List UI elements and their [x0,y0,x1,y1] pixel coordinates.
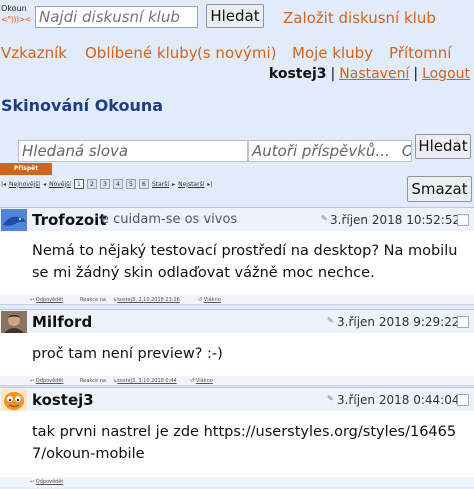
reaction-to: Reakce na [80,297,106,303]
pager-newest[interactable]: Nejnovější [9,181,40,188]
pager-page-2[interactable]: 2 [86,179,97,189]
pager-page-4[interactable]: 4 [112,179,123,189]
post-header: Trofozoit e cuidam-se os vivos ✎ 3.říjen… [0,207,474,231]
reply-label: Odpovědět [35,378,64,384]
edit-pencil-icon: ✎ [327,316,334,325]
username[interactable]: kostej3 [269,66,327,82]
post-footer: ↩ Odpovědět Reakce na ↳kostej3, 2.10.201… [0,295,474,305]
post-author[interactable]: Trofozoit [32,211,106,229]
nav-favourite-new[interactable]: (s novými) [197,44,277,62]
search-authors-input[interactable]: Autoři příspěvků... Od [248,140,412,162]
thread-icon: ↺ [198,297,203,303]
reply-icon: ↩ [30,378,35,384]
pager-page-1[interactable]: 1 [73,179,84,189]
post-club-note[interactable]: e cuidam-se os vivos [101,212,237,227]
pager: |◂ Nejnovější ◂ Novější 1 2 3 4 5 6 Star… [1,179,212,189]
post-text: tak prvni nastrel je zde https://usersty… [32,424,457,462]
search-words-input[interactable]: Hledaná slova [18,140,248,162]
pager-page-5[interactable]: 5 [125,179,136,189]
post-body: proč tam není preview? :-) [0,333,474,376]
post-footer: ↩ Odpovědět Reakce na ↳kostej3, 3.10.201… [0,376,474,386]
reply-icon: ↩ [30,297,35,303]
select-post-checkbox[interactable] [457,394,469,406]
reply-label: Odpovědět [35,297,64,303]
reaction-to: Reakce na [80,378,106,384]
post-body: tak prvni nastrel je zde https://usersty… [0,411,474,477]
pager-prev-icon: ◂ [43,180,47,188]
post-author[interactable]: Milford [32,313,92,331]
portrait-avatar-icon [1,311,27,333]
edit-pencil-icon: ✎ [327,394,334,403]
found-club-link[interactable]: Založit diskusní klub [283,9,436,27]
pager-next-icon: ▸ [172,180,176,188]
post-date: 3.říjen 2018 9:29:22 [337,315,460,329]
club-search-button[interactable]: Hledat [206,4,264,28]
post-header: kostej3 ✎ 3.říjen 2018 0:44:04 [0,387,474,411]
post-date: 3.říjen 2018 10:52:52 [330,213,461,227]
thread-link[interactable]: ↺ Vlákno [198,297,221,303]
nav-favourite-clubs[interactable]: Oblíbené kluby [85,44,198,62]
delete-button[interactable]: Smazat [407,176,472,202]
authors-overflow: Od [402,142,411,160]
pager-start-icon: |◂ [1,180,7,188]
thread-label: Vlákno [203,297,221,303]
pager-older[interactable]: Starší [152,181,169,188]
logo-fish[interactable]: <°)))>< [1,15,31,24]
reply-icon: ↩ [30,479,35,485]
separator: | [413,66,419,82]
nav-my-clubs[interactable]: Moje kluby [292,44,373,62]
pager-end-icon: ▸| [207,180,213,188]
club-search-input[interactable] [35,6,198,28]
logo-title[interactable]: Okoun [1,4,27,13]
post-text: proč tam není preview? :-) [32,346,223,362]
reply-link[interactable]: ↩ Odpovědět [30,479,63,485]
pager-page-6[interactable]: 6 [138,179,149,189]
user-bar: kostej3 | Nastavení | Logout [269,66,470,82]
page-title[interactable]: Skinování Okouna [1,96,163,115]
post-footer: ↩ Odpovědět [0,477,474,487]
reaction-ref: kostej3, 3.10.2018 0:44 [117,378,177,384]
post-author[interactable]: kostej3 [32,391,94,409]
post-tab[interactable]: Přispět [0,163,52,175]
reply-label: Odpovědět [35,479,64,485]
post-header: Milford ✎ 3.říjen 2018 9:29:22 [0,309,474,333]
select-post-checkbox[interactable] [457,214,469,226]
settings-link[interactable]: Nastavení [339,66,409,82]
reaction-ref-link[interactable]: ↳kostej3, 3.10.2018 0:44 [113,378,177,384]
separator: | [330,66,336,82]
pager-oldest[interactable]: Nejstarší [178,181,204,188]
edit-pencil-icon: ✎ [321,214,328,223]
thread-icon: ↺ [190,378,195,384]
authors-placeholder: Autoři příspěvků... [252,142,390,160]
nav-vzkaznik[interactable]: Vzkazník [1,44,67,62]
reaction-ref: kostej3, 2.10.2018 23:26 [117,297,180,303]
reply-link[interactable]: ↩ Odpovědět [30,297,63,303]
reaction-ref-link[interactable]: ↳kostej3, 2.10.2018 23:26 [113,297,180,303]
garfield-avatar-icon [1,389,27,411]
reply-link[interactable]: ↩ Odpovědět [30,378,63,384]
select-post-checkbox[interactable] [457,316,469,328]
thread-link[interactable]: ↺ Vlákno [190,378,213,384]
pager-page-3[interactable]: 3 [99,179,110,189]
filter-search-button[interactable]: Hledat [415,134,471,159]
dolphin-avatar-icon [1,209,27,231]
post-text: Nemá to nějaký testovací prostředí na de… [32,243,458,281]
post-body: Nemá to nějaký testovací prostředí na de… [0,231,474,295]
post-date: 3.říjen 2018 0:44:04 [337,393,460,407]
thread-label: Vlákno [195,378,213,384]
pager-newer[interactable]: Novější [49,181,71,188]
nav-present[interactable]: Přítomní [389,44,451,62]
logout-link[interactable]: Logout [422,66,470,82]
